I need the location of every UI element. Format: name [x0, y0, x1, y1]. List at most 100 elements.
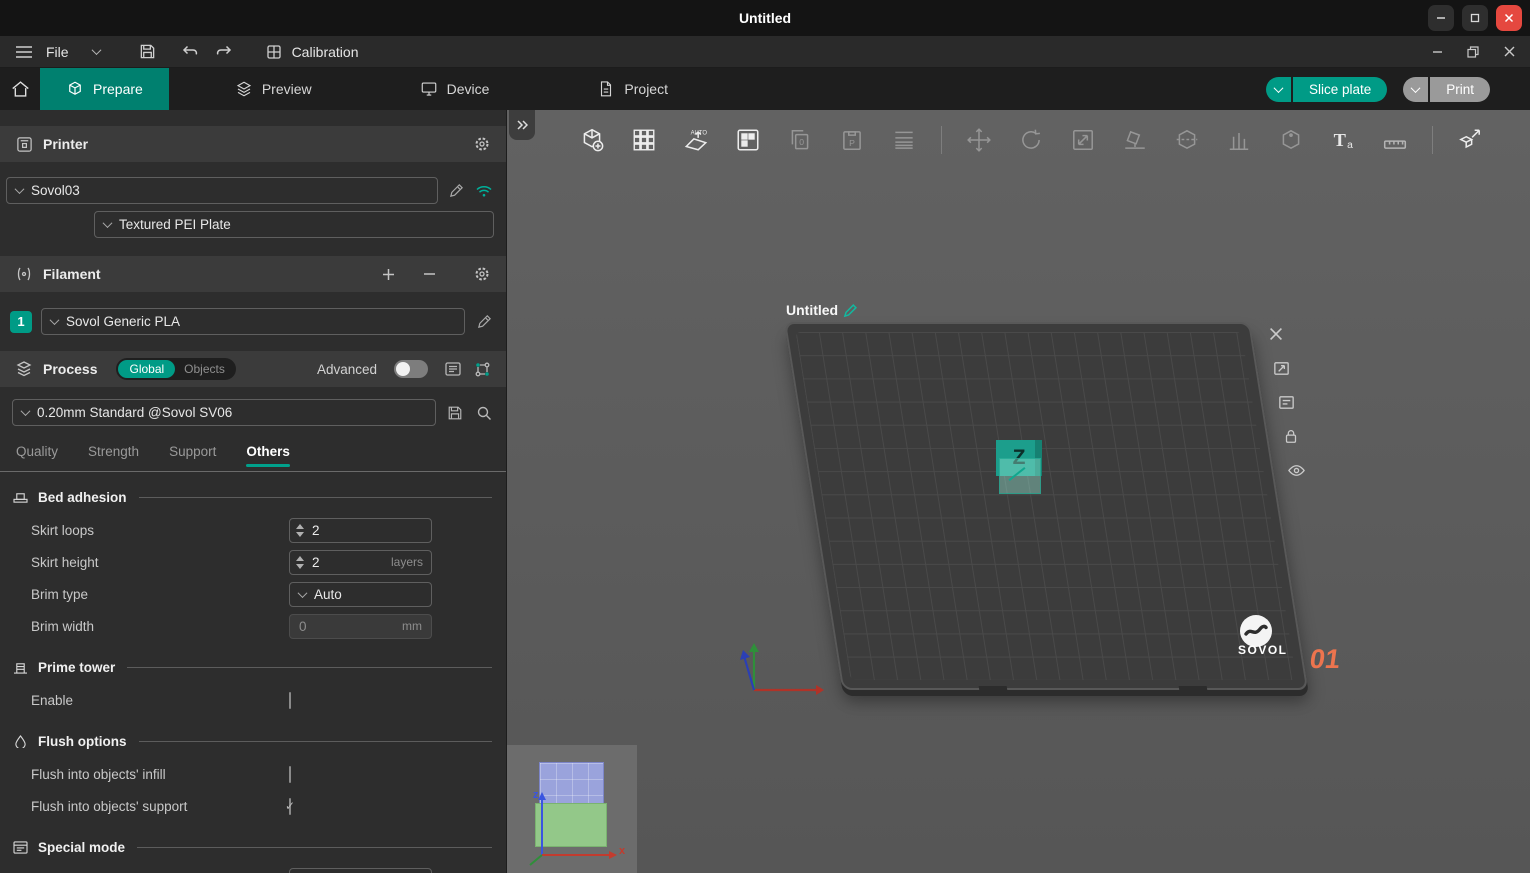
text-icon[interactable]: Ta: [1324, 120, 1362, 160]
brim-type-select[interactable]: Auto: [289, 581, 432, 607]
device-icon: [420, 80, 438, 98]
viewport-toolbar: AUTO 0 P Ta: [573, 116, 1489, 164]
remove-filament-icon[interactable]: [419, 264, 439, 284]
filament-select[interactable]: Sovol Generic PLA: [41, 308, 465, 335]
printer-edit-icon[interactable]: [446, 181, 466, 201]
variable-layer-height-icon[interactable]: [885, 120, 923, 160]
plate-rename-pencil-icon[interactable]: [843, 303, 858, 318]
measure-icon[interactable]: [1376, 120, 1414, 160]
skirt-height-stepper[interactable]: 2 layers: [289, 549, 432, 575]
scale-icon[interactable]: [1064, 120, 1102, 160]
filament-section-header: Filament: [0, 256, 506, 292]
calibration-icon[interactable]: [262, 40, 286, 64]
undo-icon[interactable]: [178, 40, 202, 64]
printer-wifi-icon[interactable]: [474, 181, 494, 201]
flush-support-checkbox[interactable]: [289, 797, 291, 815]
bed-adhesion-group-header: Bed adhesion: [0, 472, 506, 514]
lock-plate-icon[interactable]: [1274, 420, 1308, 452]
process-tab-strength[interactable]: Strength: [88, 444, 139, 467]
save-icon[interactable]: [136, 40, 160, 64]
auto-orient-icon[interactable]: AUTO: [677, 120, 715, 160]
move-icon[interactable]: [960, 120, 998, 160]
skirt-loops-stepper[interactable]: 2: [289, 517, 432, 543]
redo-icon[interactable]: [212, 40, 236, 64]
skirt-loops-value[interactable]: 2: [312, 523, 423, 538]
plate-settings-icon[interactable]: [1269, 386, 1303, 418]
app-restore-icon[interactable]: [1464, 43, 1482, 61]
printer-settings-gear-icon[interactable]: [472, 134, 492, 154]
array-icon[interactable]: [625, 120, 663, 160]
support-paint-icon[interactable]: [1220, 120, 1258, 160]
stepper-arrows-icon[interactable]: [295, 523, 305, 537]
viewport-3d[interactable]: AUTO 0 P Ta Untitled Z SOVOL 01 z x: [507, 110, 1530, 873]
tab-preview[interactable]: Preview: [209, 68, 338, 110]
filament-edit-icon[interactable]: [474, 312, 494, 332]
save-preset-icon[interactable]: [445, 403, 465, 423]
slice-plate-dropdown-button[interactable]: [1265, 76, 1291, 102]
project-icon: [597, 80, 615, 98]
calibration-menu[interactable]: Calibration: [292, 44, 359, 60]
svg-text:0: 0: [799, 137, 804, 147]
process-tab-others[interactable]: Others: [246, 444, 290, 467]
home-button[interactable]: [0, 68, 40, 110]
parameter-list-icon[interactable]: [443, 359, 463, 379]
model-object-bottom[interactable]: [999, 458, 1041, 494]
process-preset-select[interactable]: 0.20mm Standard @Sovol SV06: [12, 399, 436, 426]
menubar: File Calibration: [0, 36, 1530, 68]
app-minimize-icon[interactable]: [1428, 43, 1446, 61]
delete-plate-icon[interactable]: [1259, 318, 1293, 350]
assembly-view-icon[interactable]: [1451, 120, 1489, 160]
flush-infill-checkbox[interactable]: [289, 765, 291, 783]
advanced-toggle[interactable]: [394, 360, 428, 378]
cut-icon[interactable]: [1168, 120, 1206, 160]
window-minimize-button[interactable]: [1428, 5, 1454, 31]
plate-visibility-icon[interactable]: [1279, 454, 1313, 486]
print-sequence-select[interactable]: By layer: [289, 867, 432, 873]
process-tab-support[interactable]: Support: [169, 444, 216, 467]
process-scope-switch: Global Objects: [116, 358, 236, 380]
printer-select[interactable]: Sovol03: [6, 177, 438, 204]
file-menu-chevron-icon[interactable]: [91, 45, 102, 56]
svg-text:P: P: [849, 138, 855, 148]
add-filament-icon[interactable]: [378, 264, 398, 284]
sidebar-collapse-button[interactable]: [509, 110, 535, 140]
skirt-height-unit: layers: [390, 555, 423, 569]
rotate-icon[interactable]: [1012, 120, 1050, 160]
filament-settings-gear-icon[interactable]: [472, 264, 492, 284]
copy-icon[interactable]: 0: [781, 120, 819, 160]
slice-plate-button[interactable]: Slice plate: [1292, 76, 1388, 102]
stepper-arrows-icon[interactable]: [295, 555, 305, 569]
process-tab-quality[interactable]: Quality: [16, 444, 58, 467]
skirt-height-value[interactable]: 2: [312, 555, 384, 570]
scope-objects-button[interactable]: Objects: [175, 360, 234, 378]
tab-device[interactable]: Device: [394, 68, 516, 110]
search-preset-icon[interactable]: [474, 403, 494, 423]
lay-flat-icon[interactable]: [1116, 120, 1154, 160]
add-model-icon[interactable]: [573, 120, 611, 160]
seam-icon[interactable]: [1272, 120, 1310, 160]
plate-name-label[interactable]: Untitled: [786, 302, 858, 318]
window-close-button[interactable]: [1496, 5, 1522, 31]
main-menu-icon[interactable]: [12, 40, 36, 64]
arrange-plate-icon[interactable]: [1264, 352, 1298, 384]
filament-section-title: Filament: [43, 266, 101, 282]
window-maximize-button[interactable]: [1462, 5, 1488, 31]
filament-name: Sovol Generic PLA: [66, 314, 181, 329]
parameter-tree-icon[interactable]: [472, 359, 492, 379]
scope-global-button[interactable]: Global: [118, 360, 176, 378]
prime-tower-enable-checkbox[interactable]: [289, 691, 291, 709]
build-plate[interactable]: [784, 322, 1309, 695]
tab-prepare[interactable]: Prepare: [40, 68, 169, 110]
print-dropdown-button[interactable]: [1403, 76, 1429, 102]
tab-project[interactable]: Project: [571, 68, 694, 110]
printer-section-header: Printer: [0, 126, 506, 162]
arrange-icon[interactable]: [729, 120, 767, 160]
tabbar: Prepare Preview Device Project Slice pla…: [0, 68, 1530, 110]
paste-icon[interactable]: P: [833, 120, 871, 160]
window-title: Untitled: [738, 10, 792, 26]
special-mode-group-header: Special mode: [0, 822, 506, 864]
plate-type-select[interactable]: Textured PEI Plate: [94, 211, 494, 238]
print-button[interactable]: Print: [1430, 76, 1490, 102]
file-menu[interactable]: File: [46, 44, 69, 60]
app-close-icon[interactable]: [1500, 43, 1518, 61]
